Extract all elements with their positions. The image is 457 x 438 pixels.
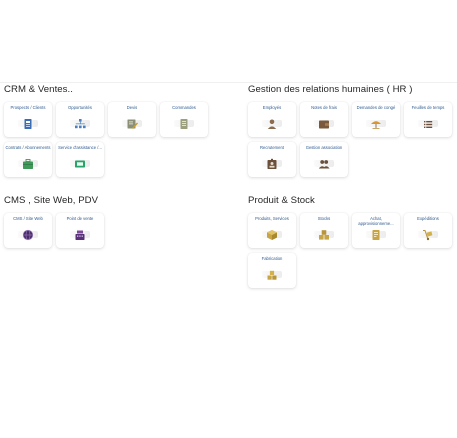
module-label: Expéditions bbox=[417, 216, 439, 221]
header-divider bbox=[0, 82, 457, 83]
section-title: CRM & Ventes.. bbox=[4, 84, 73, 95]
module-row: Recrutement Gestion association bbox=[248, 142, 452, 177]
module-label: Recrutement bbox=[260, 145, 284, 150]
boxes-icon bbox=[318, 229, 330, 241]
section-cms: CMS , Site Web, PDV CMS / Site Web Point d… bbox=[4, 195, 104, 253]
module-row: Employés Notes de frais Demandes de congé F… bbox=[248, 102, 452, 137]
module-label: Fabrication bbox=[261, 256, 283, 261]
umbrella-icon bbox=[370, 118, 382, 130]
module-box-feuilles-de-temps[interactable]: Feuilles de temps bbox=[404, 102, 452, 137]
module-row: Fabrication bbox=[248, 253, 452, 288]
ticket-icon bbox=[74, 158, 86, 170]
module-box-point-de-vente[interactable]: Point de vente bbox=[56, 213, 104, 248]
module-label: Commandes bbox=[172, 105, 196, 110]
invoice-icon bbox=[370, 229, 382, 241]
module-box-recrutement[interactable]: Recrutement bbox=[248, 142, 296, 177]
suitcase-icon bbox=[22, 158, 34, 170]
section-title: CMS , Site Web, PDV bbox=[4, 195, 99, 206]
users-icon bbox=[318, 158, 330, 170]
module-label: Produits, Services bbox=[255, 216, 289, 221]
cube-icon bbox=[266, 229, 278, 241]
section-title: Gestion des relations humaines ( HR ) bbox=[248, 84, 413, 95]
module-label: Stocks bbox=[317, 216, 331, 221]
module-box-contrats-abonnements[interactable]: Contrats / Abonnements bbox=[4, 142, 52, 177]
user-icon bbox=[266, 118, 278, 130]
module-box-expeditions[interactable]: Expéditions bbox=[404, 213, 452, 248]
module-label: Devis bbox=[126, 105, 138, 110]
module-box-gestion-association[interactable]: Gestion association bbox=[300, 142, 348, 177]
module-label: CMS / Site Web bbox=[13, 216, 43, 221]
module-box-employes[interactable]: Employés bbox=[248, 102, 296, 137]
module-label: Gestion association bbox=[305, 145, 343, 150]
module-label: Opportunités bbox=[68, 105, 92, 110]
module-label: Achat, approvisionneme... bbox=[358, 216, 394, 227]
module-label: Prospects / Clients bbox=[10, 105, 46, 110]
edit-document-icon bbox=[126, 118, 138, 130]
section-product-stock: Produit & Stock Produits, Services Stocks A… bbox=[248, 195, 452, 293]
module-label: Service d'assistance /... bbox=[58, 145, 102, 150]
module-label: Feuilles de temps bbox=[411, 105, 445, 110]
module-box-service-d-assistance[interactable]: Service d'assistance /... bbox=[56, 142, 104, 177]
module-box-produits-services[interactable]: Produits, Services bbox=[248, 213, 296, 248]
module-box-notes-de-frais[interactable]: Notes de frais bbox=[300, 102, 348, 137]
module-box-cms-site-web[interactable]: CMS / Site Web bbox=[4, 213, 52, 248]
module-row: Contrats / Abonnements Service d'assistan… bbox=[4, 142, 208, 177]
module-label: Notes de frais bbox=[311, 105, 337, 110]
module-box-prospects-clients[interactable]: Prospects / Clients bbox=[4, 102, 52, 137]
module-label: Point de vente bbox=[66, 216, 94, 221]
module-label: Contrats / Abonnements bbox=[5, 145, 51, 150]
org-chart-icon bbox=[74, 118, 86, 130]
module-box-commandes[interactable]: Commandes bbox=[160, 102, 208, 137]
section-crm: CRM & Ventes.. Prospects / Clients Opportu… bbox=[4, 84, 208, 182]
cash-register-icon bbox=[74, 229, 86, 241]
module-box-devis[interactable]: Devis bbox=[108, 102, 156, 137]
cubes-icon bbox=[266, 269, 278, 281]
module-box-demandes-de-conge[interactable]: Demandes de congé bbox=[352, 102, 400, 137]
module-box-achat-approvisionneme[interactable]: Achat, approvisionneme... bbox=[352, 213, 400, 248]
document-icon bbox=[178, 118, 190, 130]
section-title: Produit & Stock bbox=[248, 195, 315, 206]
id-card-icon bbox=[22, 118, 34, 130]
module-box-opportunites[interactable]: Opportunités bbox=[56, 102, 104, 137]
module-box-fabrication[interactable]: Fabrication bbox=[248, 253, 296, 288]
id-badge-icon bbox=[266, 158, 278, 170]
module-row: CMS / Site Web Point de vente bbox=[4, 213, 104, 248]
module-label: Demandes de congé bbox=[356, 105, 396, 110]
dolly-icon bbox=[422, 229, 434, 241]
module-box-stocks[interactable]: Stocks bbox=[300, 213, 348, 248]
section-hr: Gestion des relations humaines ( HR ) Emp… bbox=[248, 84, 452, 182]
module-label: Employés bbox=[262, 105, 282, 110]
globe-icon bbox=[22, 229, 34, 241]
module-row: Produits, Services Stocks Achat, approvisi… bbox=[248, 213, 452, 248]
wallet-icon bbox=[318, 118, 330, 130]
module-row: Prospects / Clients Opportunités Devis Comm… bbox=[4, 102, 208, 137]
list-icon bbox=[422, 118, 434, 130]
